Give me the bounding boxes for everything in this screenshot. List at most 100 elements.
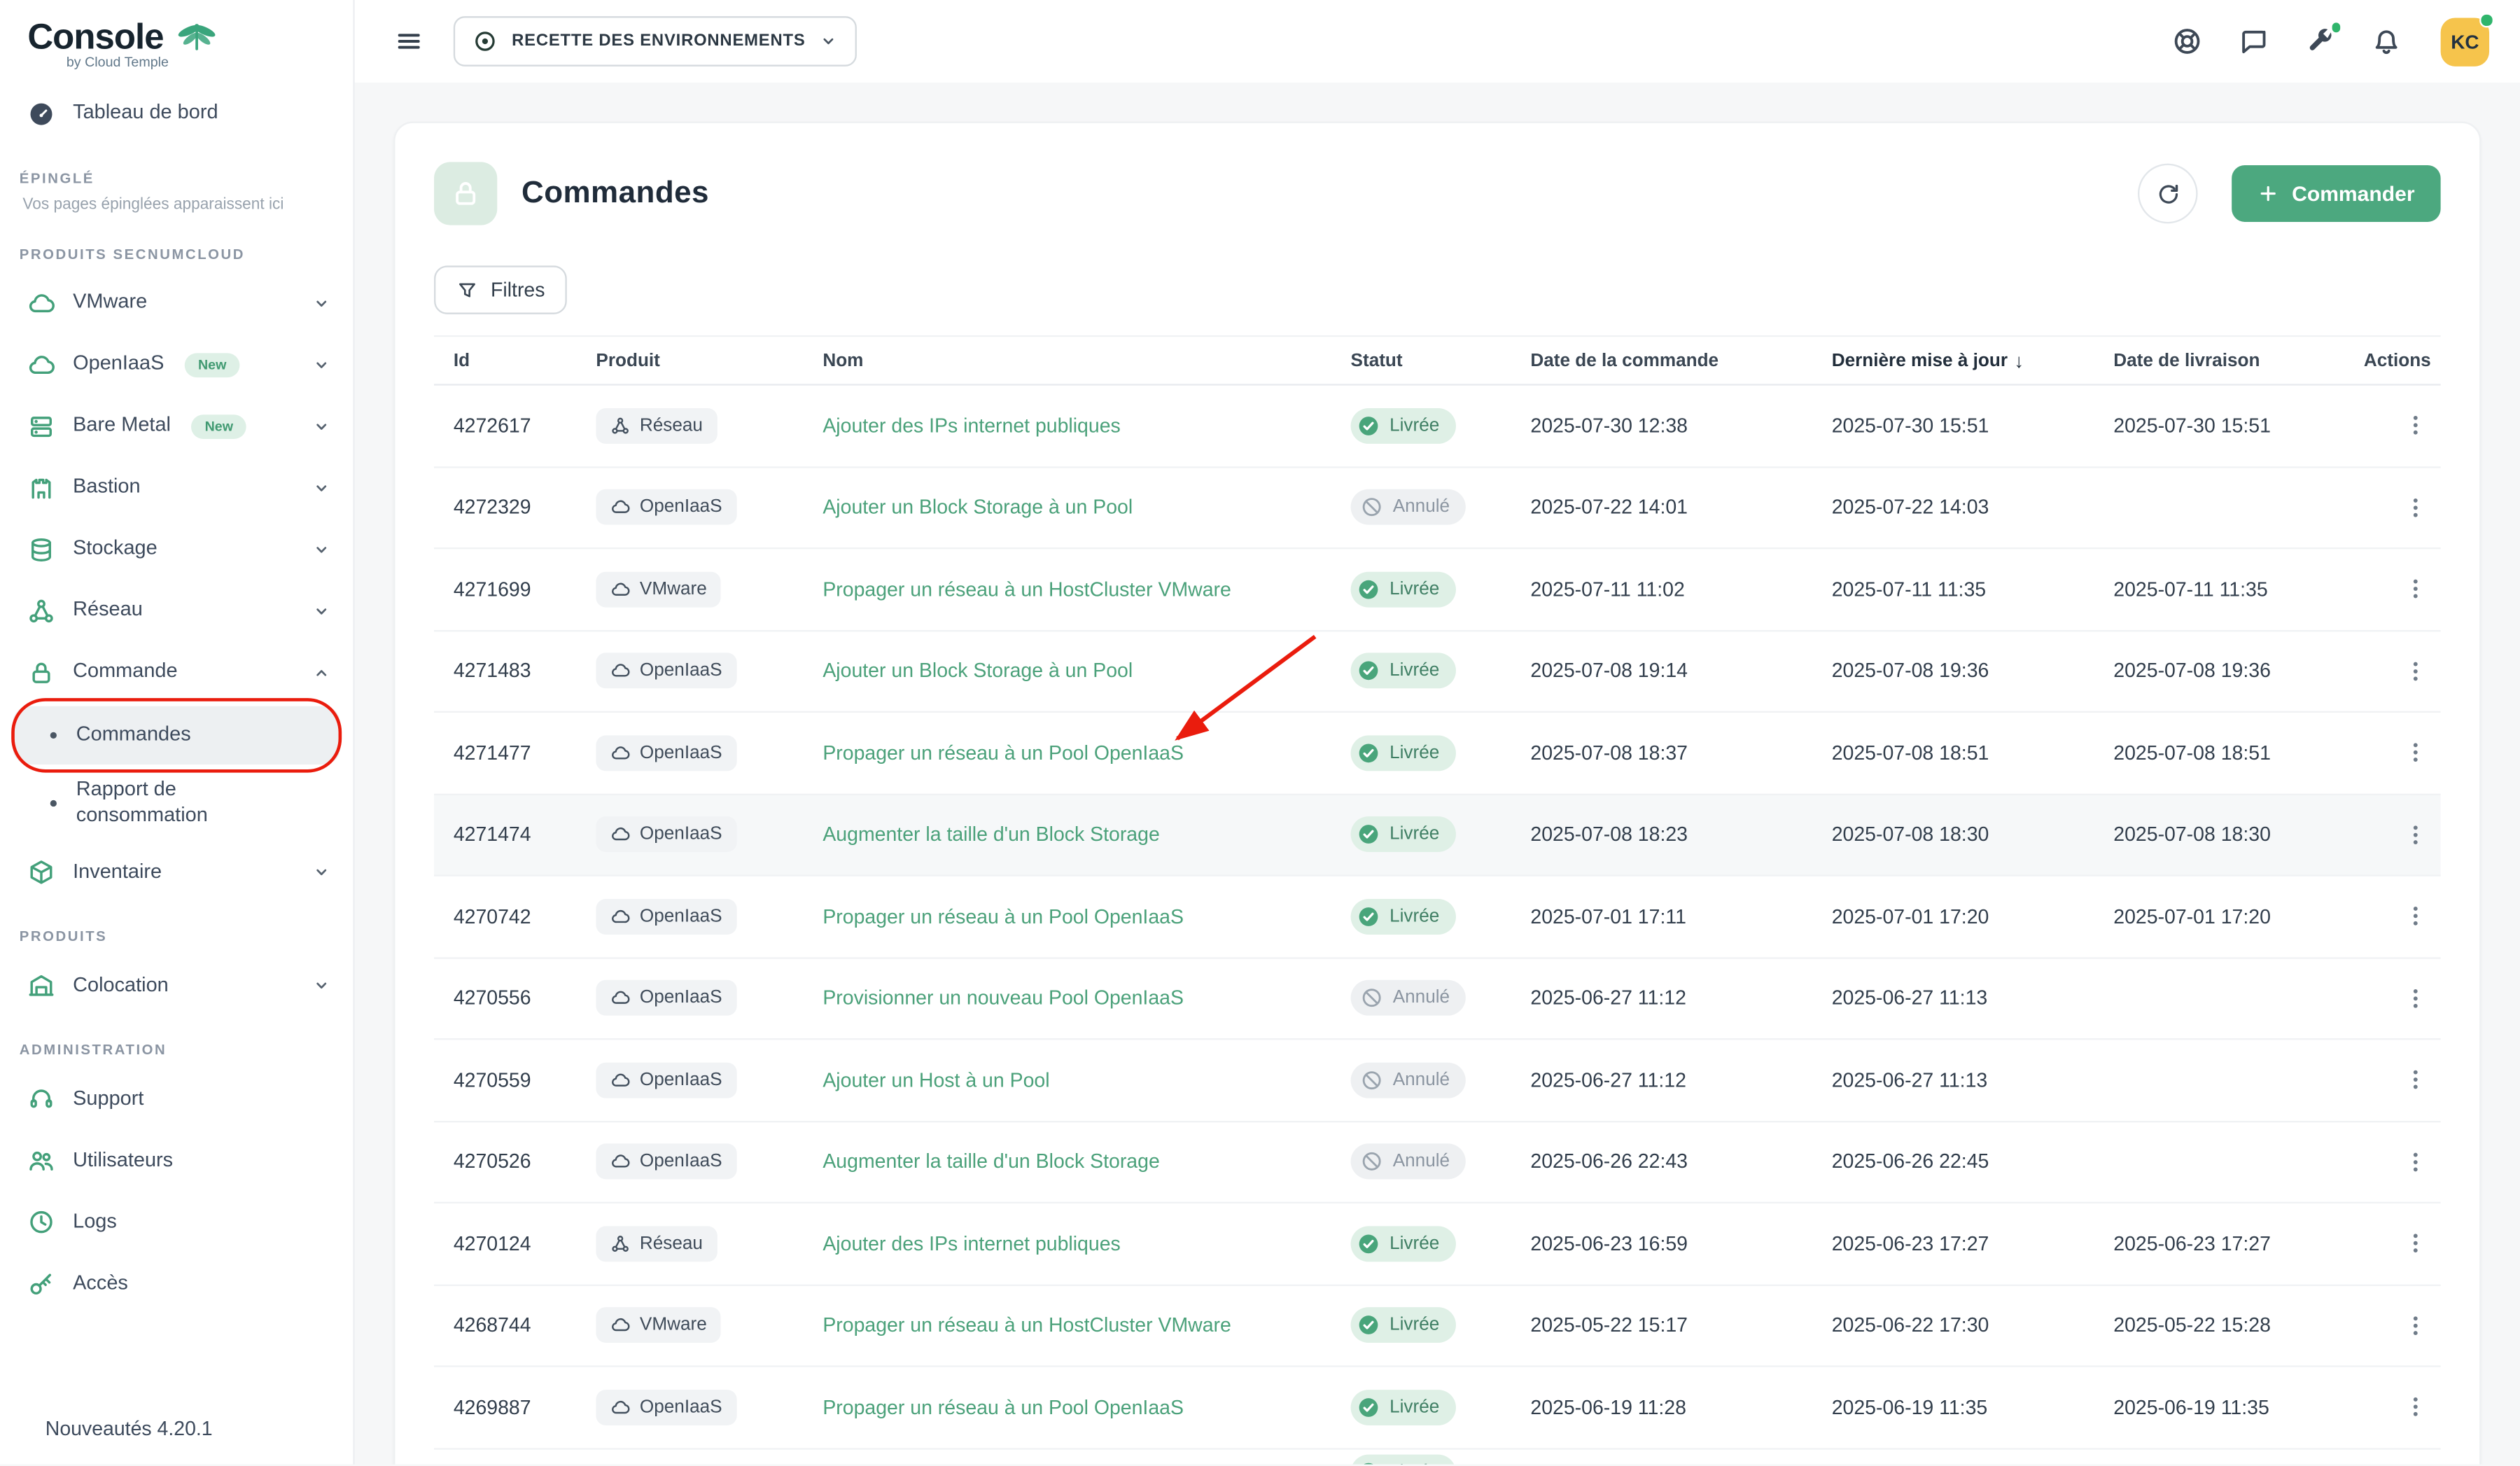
order-name-link[interactable]: Augmenter la taille d'un Block Storage bbox=[822, 823, 1159, 846]
table-row[interactable]: 4270559OpenIaaSAjouter un Host à un Pool… bbox=[434, 1040, 2441, 1122]
table-row[interactable]: 4271474OpenIaaSAugmenter la taille d'un … bbox=[434, 795, 2441, 877]
cell-updated-date: 2025-06-27 11:13 bbox=[1812, 1068, 2094, 1091]
order-name-link[interactable]: Ajouter un Host à un Pool bbox=[822, 1068, 1049, 1091]
whats-new-link[interactable]: Nouveautés 4.20.1 bbox=[0, 1418, 353, 1465]
column-header-id[interactable]: Id bbox=[434, 351, 577, 370]
refresh-button[interactable] bbox=[2138, 164, 2198, 224]
new-order-button-label: Commander bbox=[2292, 181, 2415, 206]
table-row[interactable]: 4269887OpenIaaSPropager un réseau à un P… bbox=[434, 1367, 2441, 1449]
order-name-link[interactable]: Augmenter la taille d'un Block Storage bbox=[822, 1150, 1159, 1173]
table-row[interactable]: 4270556OpenIaaSProvisionner un nouveau P… bbox=[434, 958, 2441, 1040]
order-name-link[interactable]: Propager un réseau à un Pool OpenIaaS bbox=[822, 741, 1184, 764]
brand-logo[interactable]: Console by Cloud Temple bbox=[0, 0, 353, 70]
column-header-date-de-la-commande[interactable]: Date de la commande bbox=[1511, 351, 1812, 370]
sidebar-item-utilisateurs[interactable]: Utilisateurs bbox=[0, 1130, 353, 1192]
row-actions-button[interactable] bbox=[2403, 1313, 2428, 1338]
cell-id: 4269887 bbox=[434, 1396, 577, 1418]
table-row[interactable]: 4272329OpenIaaSAjouter un Block Storage … bbox=[434, 467, 2441, 549]
row-actions-button[interactable] bbox=[2403, 1231, 2428, 1256]
environment-selector[interactable]: RECETTE DES ENVIRONNEMENTS bbox=[454, 16, 858, 67]
sidebar-item-colocation[interactable]: Colocation bbox=[0, 955, 353, 1017]
table-row[interactable]: 4272617RéseauAjouter des IPs internet pu… bbox=[434, 386, 2441, 468]
cell-id: 4271483 bbox=[434, 659, 577, 682]
sidebar-item-support[interactable]: Support bbox=[0, 1068, 353, 1130]
order-name-link[interactable]: Provisionner un nouveau Pool OpenIaaS bbox=[822, 987, 1184, 1010]
order-name-link[interactable]: Propager un réseau à un Pool OpenIaaS bbox=[822, 905, 1184, 928]
check-circle-icon bbox=[1357, 1396, 1380, 1418]
status-badge-delivered: Livrée bbox=[1351, 898, 1456, 934]
notifications-icon[interactable] bbox=[2371, 26, 2402, 57]
row-actions-button[interactable] bbox=[2403, 659, 2428, 683]
row-actions-button[interactable] bbox=[2403, 986, 2428, 1010]
sidebar-item-label: Bastion bbox=[73, 475, 140, 501]
user-avatar[interactable]: KC bbox=[2441, 17, 2489, 65]
header-actions: Commander bbox=[2138, 164, 2440, 224]
sidebar-item-logs[interactable]: Logs bbox=[0, 1192, 353, 1253]
cell-delivery-date: 2025-07-01 17:20 bbox=[2094, 905, 2373, 928]
feedback-icon[interactable] bbox=[2238, 26, 2269, 57]
sidebar-item-label: Utilisateurs bbox=[73, 1147, 173, 1173]
table-row[interactable]: 4268744VMwarePropager un réseau à un Hos… bbox=[434, 1285, 2441, 1367]
table-row[interactable]: 4270742OpenIaaSPropager un réseau à un P… bbox=[434, 877, 2441, 958]
table-row[interactable]: Livrée bbox=[434, 1449, 2441, 1465]
tools-icon[interactable] bbox=[2304, 26, 2335, 57]
order-name-link[interactable]: Propager un réseau à un HostCluster VMwa… bbox=[822, 1314, 1231, 1336]
order-name-link[interactable]: Ajouter des IPs internet publiques bbox=[822, 1232, 1120, 1255]
row-actions-button[interactable] bbox=[2403, 1068, 2428, 1092]
row-actions-button[interactable] bbox=[2403, 1395, 2428, 1420]
sidebar-item-openiaas[interactable]: OpenIaaSNew bbox=[0, 334, 353, 396]
row-actions-button[interactable] bbox=[2403, 905, 2428, 929]
sidebar-item-commandes[interactable]: Commandes bbox=[13, 706, 340, 765]
filters-button-label: Filtres bbox=[491, 279, 545, 301]
column-header-date-de-livraison[interactable]: Date de livraison bbox=[2094, 351, 2373, 370]
status-badge-cancelled: Annulé bbox=[1351, 1062, 1466, 1098]
order-name-link[interactable]: Propager un réseau à un Pool OpenIaaS bbox=[822, 1396, 1184, 1418]
cell-name: Propager un réseau à un Pool OpenIaaS bbox=[804, 905, 1331, 928]
cell-id: 4271699 bbox=[434, 578, 577, 600]
row-actions-button[interactable] bbox=[2403, 1150, 2428, 1174]
column-header-nom[interactable]: Nom bbox=[804, 351, 1331, 370]
menu-icon[interactable] bbox=[396, 27, 423, 55]
cloud-icon bbox=[610, 907, 630, 926]
table-row[interactable]: 4270526OpenIaaSAugmenter la taille d'un … bbox=[434, 1122, 2441, 1203]
cell-status: Livrée bbox=[1331, 1226, 1511, 1262]
row-actions-button[interactable] bbox=[2403, 741, 2428, 765]
new-order-button[interactable]: Commander bbox=[2232, 165, 2440, 222]
row-actions-button[interactable] bbox=[2403, 823, 2428, 847]
order-name-link[interactable]: Ajouter un Block Storage à un Pool bbox=[822, 659, 1133, 682]
sidebar-item-vmware[interactable]: VMware bbox=[0, 272, 353, 334]
sidebar-item-label: Logs bbox=[73, 1209, 117, 1234]
table-row[interactable]: 4271699VMwarePropager un réseau à un Hos… bbox=[434, 549, 2441, 631]
sidebar-item-tableau-de-bord[interactable]: Tableau de bord bbox=[0, 83, 353, 144]
order-name-link[interactable]: Ajouter un Block Storage à un Pool bbox=[822, 496, 1133, 519]
sidebar-item-label: Accès bbox=[73, 1271, 128, 1296]
pinned-pages-hint: Vos pages épinglées apparaissent ici bbox=[0, 196, 353, 221]
sidebar-item-bare-metal[interactable]: Bare MetalNew bbox=[0, 396, 353, 457]
topbar: RECETTE DES ENVIRONNEMENTS KC bbox=[355, 0, 2520, 83]
sidebar-item-acces[interactable]: Accès bbox=[0, 1252, 353, 1314]
table-row[interactable]: 4271477OpenIaaSPropager un réseau à un P… bbox=[434, 713, 2441, 795]
sidebar-item-label: Tableau de bord bbox=[73, 101, 218, 126]
help-icon[interactable] bbox=[2172, 26, 2203, 57]
table-row[interactable]: 4271483OpenIaaSAjouter un Block Storage … bbox=[434, 631, 2441, 713]
row-actions-button[interactable] bbox=[2403, 577, 2428, 601]
row-actions-button[interactable] bbox=[2403, 414, 2428, 438]
sidebar-item-stockage[interactable]: Stockage bbox=[0, 519, 353, 580]
column-header-derniere-mise-a-jour[interactable]: Dernière mise à jour↓ bbox=[1812, 349, 2094, 372]
sidebar-item-commande[interactable]: Commande bbox=[0, 642, 353, 704]
support-icon bbox=[27, 1085, 55, 1112]
sidebar-item-inventaire[interactable]: Inventaire bbox=[0, 842, 353, 903]
row-actions-button[interactable] bbox=[2403, 495, 2428, 519]
table-row[interactable]: 4270124RéseauAjouter des IPs internet pu… bbox=[434, 1203, 2441, 1285]
cell-actions bbox=[2372, 823, 2444, 847]
column-header-actions[interactable]: Actions bbox=[2372, 351, 2444, 370]
filters-button[interactable]: Filtres bbox=[434, 265, 568, 314]
column-header-produit[interactable]: Produit bbox=[577, 351, 804, 370]
order-name-link[interactable]: Propager un réseau à un HostCluster VMwa… bbox=[822, 578, 1231, 600]
column-header-statut[interactable]: Statut bbox=[1331, 351, 1511, 370]
sidebar-item-bastion[interactable]: Bastion bbox=[0, 457, 353, 519]
sidebar-item-reseau[interactable]: Réseau bbox=[0, 580, 353, 642]
sidebar-item-rapport-de-consommation[interactable]: Rapport de consommation bbox=[13, 768, 340, 838]
order-name-link[interactable]: Ajouter des IPs internet publiques bbox=[822, 414, 1120, 437]
cell-actions bbox=[2372, 495, 2444, 519]
